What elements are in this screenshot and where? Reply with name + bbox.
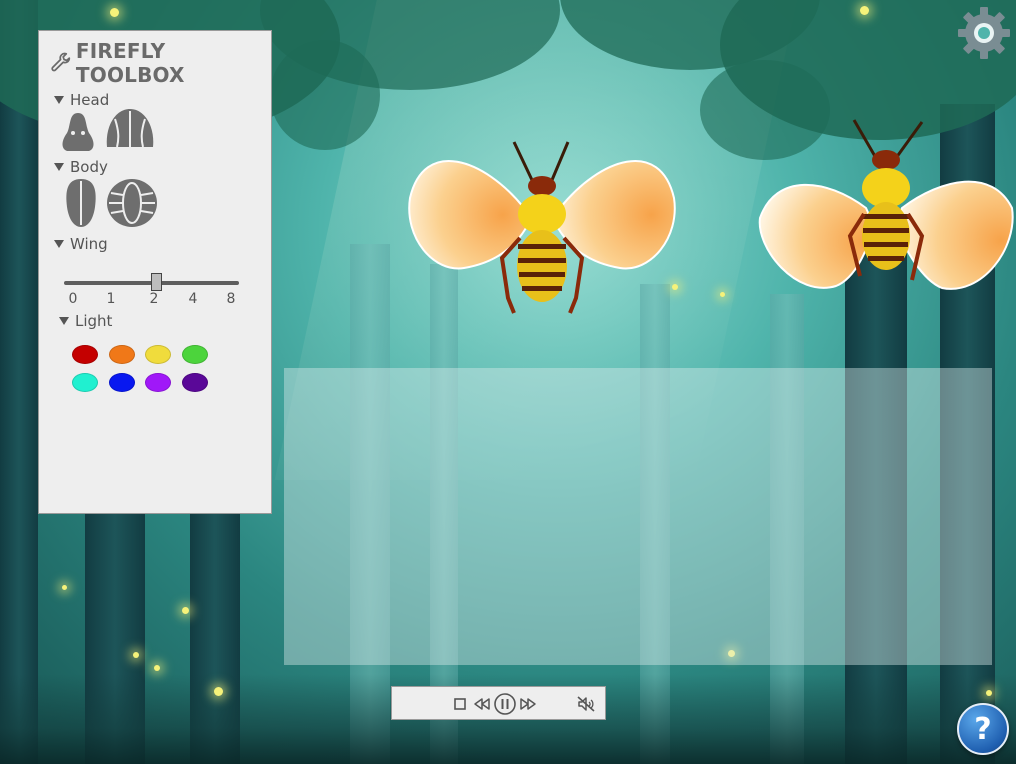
- wing-tick-label: 8: [226, 291, 236, 307]
- ambient-firefly-glow: [860, 6, 869, 15]
- light-color-swatch[interactable]: [145, 345, 171, 364]
- head-shape-round-icon[interactable]: [59, 111, 97, 153]
- pause-icon[interactable]: [493, 692, 517, 716]
- section-wing-toggle[interactable]: Wing: [54, 235, 108, 253]
- firefly-model[interactable]: [404, 138, 680, 320]
- wing-tick-label: 4: [188, 291, 198, 307]
- wrench-icon: [51, 52, 71, 72]
- light-color-swatch[interactable]: [72, 373, 98, 392]
- section-head-toggle[interactable]: Head: [54, 91, 109, 109]
- stop-icon[interactable]: [450, 694, 470, 714]
- help-icon: ?: [974, 711, 992, 747]
- mute-icon[interactable]: [576, 694, 596, 714]
- tree-canopy: [270, 40, 380, 150]
- ambient-firefly-glow: [720, 292, 725, 297]
- toolbox-title: FIREFLY TOOLBOX: [51, 39, 271, 87]
- firefly-model[interactable]: [756, 118, 1016, 300]
- light-color-swatch[interactable]: [182, 345, 208, 364]
- toolbox-title-label: FIREFLY TOOLBOX: [75, 39, 185, 87]
- wing-tick-label: 1: [106, 291, 116, 307]
- collapse-triangle-icon: [59, 317, 69, 325]
- wing-slider-thumb[interactable]: [151, 273, 162, 291]
- ambient-firefly-glow: [154, 665, 160, 671]
- ambient-firefly-glow: [182, 607, 189, 614]
- collapse-triangle-icon: [54, 96, 64, 104]
- ambient-firefly-glow: [110, 8, 119, 17]
- collapse-triangle-icon: [54, 240, 64, 248]
- ambient-firefly-glow: [986, 690, 992, 696]
- body-shape-ribbed-icon[interactable]: [105, 177, 159, 229]
- wing-tick-label: 0: [68, 291, 78, 307]
- section-light-label: Light: [75, 312, 113, 330]
- section-body-label: Body: [70, 158, 108, 176]
- light-color-swatch[interactable]: [182, 373, 208, 392]
- section-body-toggle[interactable]: Body: [54, 158, 108, 176]
- section-wing-label: Wing: [70, 235, 108, 253]
- section-light-toggle[interactable]: Light: [59, 312, 112, 330]
- info-panel: [284, 368, 992, 665]
- playback-controls: [391, 686, 606, 720]
- firefly-toolbox: FIREFLY TOOLBOX Head Body Wing 0 1 2 4 8: [38, 30, 272, 514]
- light-color-swatch[interactable]: [72, 345, 98, 364]
- ambient-firefly-glow: [62, 585, 67, 590]
- head-shape-segmented-icon[interactable]: [103, 107, 157, 153]
- ambient-firefly-glow: [133, 652, 139, 658]
- body-shape-smooth-icon[interactable]: [63, 177, 99, 229]
- ambient-firefly-glow: [214, 687, 223, 696]
- collapse-triangle-icon: [54, 163, 64, 171]
- fast-forward-icon[interactable]: [518, 694, 538, 714]
- light-color-swatch[interactable]: [145, 373, 171, 392]
- wing-tick-label: 2: [149, 291, 159, 307]
- light-color-swatch[interactable]: [109, 345, 135, 364]
- rewind-icon[interactable]: [472, 694, 492, 714]
- light-color-swatch[interactable]: [109, 373, 135, 392]
- gear-icon[interactable]: [956, 5, 1012, 61]
- help-button[interactable]: ?: [957, 703, 1009, 755]
